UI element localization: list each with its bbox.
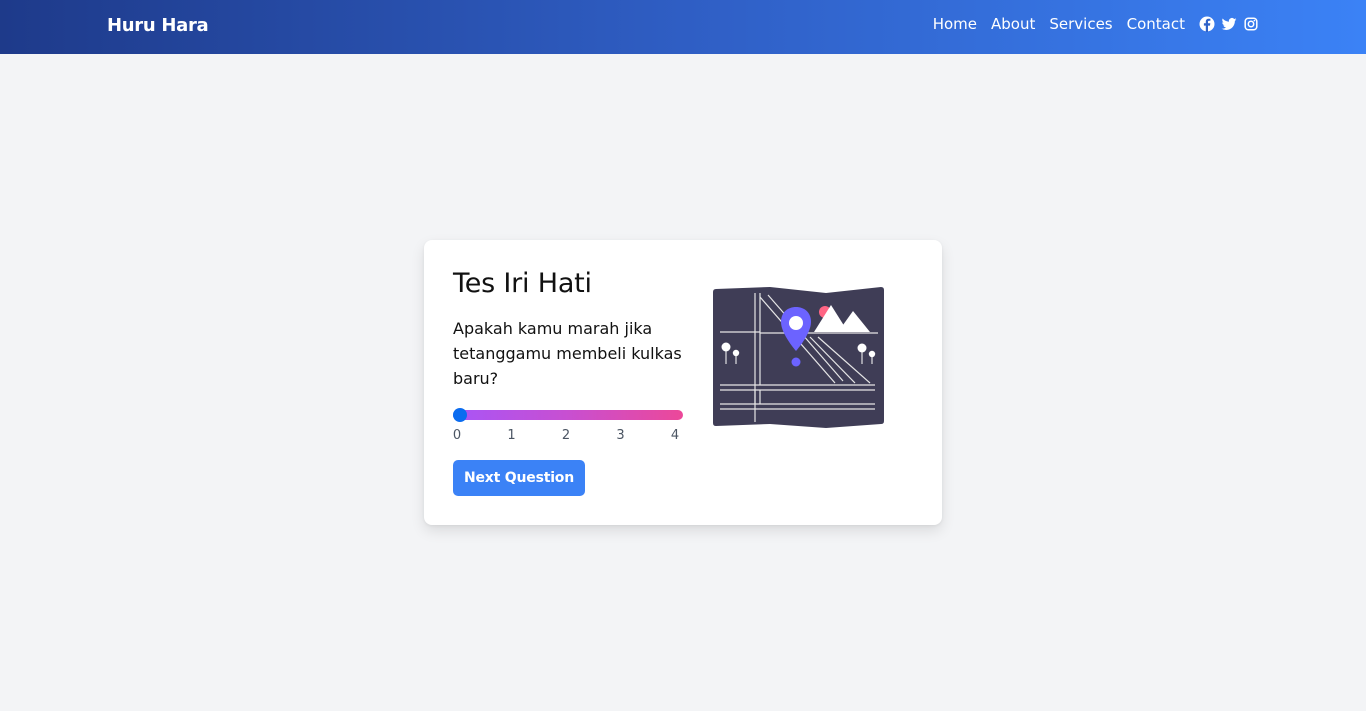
navbar: Huru Hara Home About Services Contact <box>0 0 1366 54</box>
nav-link-about[interactable]: About <box>991 15 1035 33</box>
facebook-icon[interactable] <box>1199 16 1215 32</box>
nav-links: Home About Services Contact <box>933 15 1259 33</box>
map-pin-illustration-icon <box>713 287 884 428</box>
slider-tick: 0 <box>452 428 462 443</box>
slider-ticks: 0 1 2 3 4 <box>453 428 683 444</box>
answer-slider[interactable] <box>453 408 683 422</box>
slider-tick: 2 <box>561 428 571 443</box>
slider-tick: 1 <box>507 428 516 443</box>
slider-tick: 4 <box>670 428 680 443</box>
instagram-icon[interactable] <box>1243 16 1259 32</box>
brand-logo[interactable]: Huru Hara <box>107 15 209 36</box>
slider-track[interactable] <box>453 410 683 420</box>
map-illustration <box>710 287 886 429</box>
nav-link-contact[interactable]: Contact <box>1127 15 1185 33</box>
next-question-button[interactable]: Next Question <box>453 460 585 496</box>
quiz-title: Tes Iri Hati <box>453 268 592 299</box>
quiz-question: Apakah kamu marah jika tetanggamu membel… <box>453 319 682 388</box>
nav-link-home[interactable]: Home <box>933 15 977 33</box>
social-links <box>1199 16 1259 32</box>
quiz-card: Tes Iri Hati Apakah kamu marah jika teta… <box>424 240 942 525</box>
nav-link-services[interactable]: Services <box>1049 15 1112 33</box>
slider-thumb[interactable] <box>453 408 467 422</box>
slider-tick: 3 <box>616 428 625 443</box>
twitter-icon[interactable] <box>1221 16 1237 32</box>
